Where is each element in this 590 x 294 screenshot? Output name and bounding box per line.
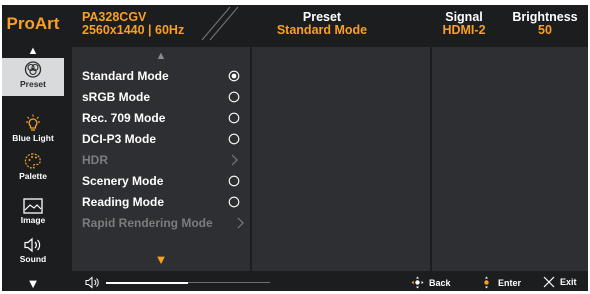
- header: ProArt PA328CGV 2560x1440 | 60Hz Preset …: [2, 5, 588, 42]
- radio-icon[interactable]: [228, 133, 240, 145]
- signal-status: Signal HDMI-2: [434, 11, 494, 37]
- sidebar-scroll-down-icon[interactable]: ▼: [2, 276, 64, 291]
- volume-control[interactable]: [85, 276, 270, 289]
- back-button[interactable]: Back: [411, 276, 451, 289]
- chevron-right-icon[interactable]: [228, 154, 240, 166]
- menu-item-label: Reading Mode: [82, 195, 165, 209]
- menu-item-rapid-rendering-mode[interactable]: Rapid Rendering Mode: [82, 214, 248, 232]
- resolution: 2560x1440 | 60Hz: [82, 23, 185, 37]
- menu-panel: ▲ Standard Mode sRGB Mode Rec. 709 Mode …: [72, 47, 250, 271]
- brand-logo: ProArt: [6, 13, 60, 33]
- sidebar-item-label: Image: [20, 215, 46, 225]
- radio-icon[interactable]: [228, 196, 240, 208]
- preset-icon: [24, 61, 42, 78]
- sidebar: ▲ Preset Blue Light Palette Image Sound …: [2, 42, 64, 291]
- menu-item-label: Rec. 709 Mode: [82, 111, 166, 125]
- menu-scroll-up-icon[interactable]: ▲: [72, 51, 250, 62]
- dpad-left-icon: [411, 276, 424, 289]
- radio-icon[interactable]: [228, 91, 240, 103]
- menu-item-srgb-mode[interactable]: sRGB Mode: [82, 88, 248, 106]
- palette-icon: [24, 153, 41, 169]
- menu-scroll-down-icon[interactable]: ▼: [72, 253, 250, 266]
- volume-level-bar: [106, 281, 188, 284]
- menu-item-label: Standard Mode: [82, 69, 169, 83]
- radio-selected-icon[interactable]: [228, 70, 240, 82]
- menu-item-hdr[interactable]: HDR: [82, 151, 248, 169]
- signal-status-value: HDMI-2: [442, 23, 486, 37]
- sidebar-item-sound[interactable]: Sound: [2, 237, 64, 271]
- menu-item-label: sRGB Mode: [82, 90, 151, 104]
- menu-item-rec709-mode[interactable]: Rec. 709 Mode: [82, 109, 248, 127]
- menu-item-dci-p3-mode[interactable]: DCI-P3 Mode: [82, 130, 248, 148]
- speaker-icon: [24, 237, 41, 253]
- preset-status-value: Standard Mode: [276, 23, 368, 37]
- radio-icon[interactable]: [228, 112, 240, 124]
- model-info: PA328CGV 2560x1440 | 60Hz: [82, 11, 184, 37]
- detail-panel: [432, 47, 588, 271]
- image-icon: [23, 198, 43, 214]
- sidebar-item-label: Palette: [19, 171, 47, 181]
- speaker-icon: [85, 276, 99, 289]
- footer: Back Enter Exit: [64, 273, 588, 291]
- volume-slider[interactable]: [106, 279, 270, 287]
- sidebar-item-label: Blue Light: [12, 133, 54, 143]
- submenu-panel: [252, 47, 430, 271]
- menu-item-label: HDR: [82, 153, 108, 167]
- menu-item-label: Scenery Mode: [82, 174, 164, 188]
- chevron-right-icon[interactable]: [234, 217, 246, 229]
- enter-label: Enter: [498, 277, 522, 288]
- sidebar-item-blue-light[interactable]: Blue Light: [2, 114, 64, 146]
- menu-item-scenery-mode[interactable]: Scenery Mode: [82, 172, 248, 190]
- sidebar-item-palette[interactable]: Palette: [2, 152, 64, 186]
- sidebar-item-preset[interactable]: Preset: [2, 58, 64, 96]
- header-divider-icon: [201, 6, 239, 41]
- brightness-status-value: 50: [538, 23, 552, 37]
- sidebar-item-label: Sound: [19, 254, 47, 264]
- sidebar-item-label: Preset: [20, 79, 46, 89]
- menu-item-reading-mode[interactable]: Reading Mode: [82, 193, 248, 211]
- brightness-status: Brightness 50: [508, 11, 582, 37]
- exit-label: Exit: [560, 277, 577, 287]
- dpad-center-icon: [484, 276, 489, 289]
- osd-window: ProArt PA328CGV 2560x1440 | 60Hz Preset …: [2, 5, 588, 291]
- sidebar-item-image[interactable]: Image: [2, 198, 64, 232]
- close-icon: [543, 276, 555, 288]
- back-label: Back: [429, 277, 451, 288]
- radio-icon[interactable]: [228, 175, 240, 187]
- menu-item-standard-mode[interactable]: Standard Mode: [82, 67, 248, 85]
- exit-button[interactable]: Exit: [543, 276, 577, 288]
- bulb-icon: [26, 114, 40, 131]
- sidebar-scroll-up-icon[interactable]: ▲: [2, 45, 64, 57]
- preset-status: Preset Standard Mode: [257, 11, 387, 37]
- enter-button[interactable]: Enter: [480, 276, 521, 289]
- menu-item-label: Rapid Rendering Mode: [82, 216, 213, 230]
- menu-item-label: DCI-P3 Mode: [82, 132, 157, 146]
